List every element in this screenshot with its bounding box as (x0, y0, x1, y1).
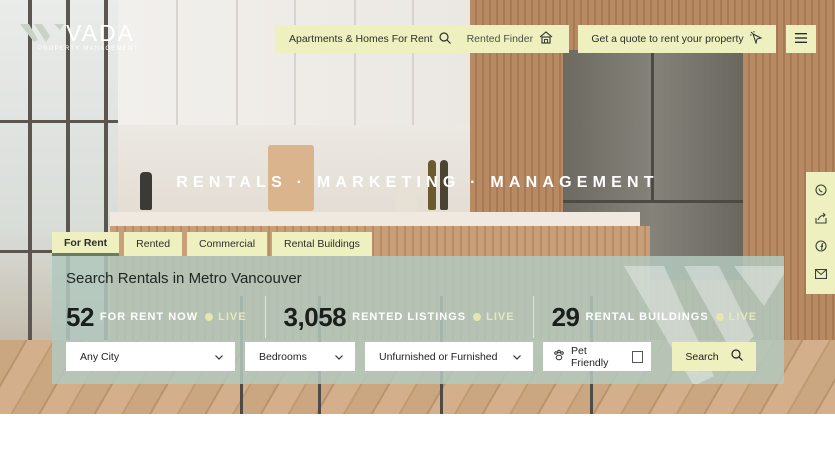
chevron-down-icon (513, 352, 521, 362)
tab-rental-buildings[interactable]: Rental Buildings (272, 232, 372, 256)
search-panel: Search Rentals in Metro Vancouver 52 FOR… (52, 256, 784, 384)
home-icon (539, 31, 553, 47)
search-icon (731, 349, 743, 364)
facebook-icon[interactable] (814, 240, 827, 255)
live-text: LIVE (218, 311, 247, 323)
stat-label: FOR RENT NOW (99, 311, 199, 323)
pet-friendly-label: Pet Friendly (571, 344, 609, 369)
stat-rental-buildings[interactable]: 29 RENTAL BUILDINGS LIVE (552, 302, 758, 333)
stat-value: 3,058 (283, 301, 347, 332)
sparkle-pointer-icon (749, 31, 763, 47)
live-dot-icon (715, 313, 724, 321)
tab-rented[interactable]: Rented (124, 232, 183, 256)
city-select-value: Any City (80, 350, 120, 363)
get-quote-label: Get a quote to rent your property (591, 33, 744, 45)
brand-name: VADA (66, 20, 135, 46)
whatsapp-icon[interactable] (814, 184, 827, 199)
nav-bar: Apartments & Homes For Rent Rented Finde… (275, 25, 569, 53)
tab-commercial[interactable]: Commercial (187, 232, 268, 256)
stat-rented-listings[interactable]: 3,058 RENTED LISTINGS LIVE (284, 302, 515, 333)
menu-button[interactable] (786, 25, 816, 53)
furnished-select-value: Unfurnished or Furnished (379, 350, 498, 363)
stat-for-rent[interactable]: 52 FOR RENT NOW LIVE (66, 302, 247, 333)
live-dot-icon (473, 313, 482, 321)
stat-value: 29 (551, 301, 580, 332)
share-icon[interactable] (814, 212, 827, 227)
nav-apartments-link[interactable]: Apartments & Homes For Rent (289, 31, 451, 47)
chevron-down-icon (335, 352, 343, 362)
hamburger-menu-icon (795, 30, 807, 48)
search-filters: Any City Bedrooms Unfurnished or Furnish… (66, 342, 756, 371)
stat-divider (532, 296, 534, 338)
brand-logo[interactable]: VADA PROPERTY MANAGEMENT (20, 22, 138, 52)
email-icon[interactable] (814, 268, 827, 282)
nav-apartments-label: Apartments & Homes For Rent (289, 33, 433, 45)
tab-for-rent[interactable]: For Rent (52, 232, 120, 256)
counter-decor (110, 212, 640, 226)
live-dot-icon (205, 313, 214, 321)
stat-value: 52 (66, 301, 94, 332)
paw-icon (553, 349, 565, 364)
brand-subtitle: PROPERTY MANAGEMENT (38, 46, 139, 52)
furnished-select[interactable]: Unfurnished or Furnished (365, 342, 533, 371)
stat-label: RENTED LISTINGS (352, 311, 467, 323)
live-text: LIVE (728, 311, 758, 323)
stats-row: 52 FOR RENT NOW LIVE 3,058 RENTED LISTIN… (66, 296, 757, 338)
search-button[interactable]: Search (672, 342, 756, 371)
share-bar (806, 172, 835, 294)
upper-cabinets-decor (118, 0, 470, 125)
stat-label: RENTAL BUILDINGS (585, 311, 709, 323)
vada-logo-icon (20, 22, 64, 44)
listing-tabs: For Rent Rented Commercial Rental Buildi… (52, 232, 372, 256)
search-title: Search Rentals in Metro Vancouver (66, 270, 302, 287)
pet-friendly-toggle[interactable]: Pet Friendly (543, 342, 651, 371)
bedrooms-select-value: Bedrooms (259, 350, 307, 363)
get-quote-button[interactable]: Get a quote to rent your property (578, 25, 776, 53)
bedrooms-select[interactable]: Bedrooms (245, 342, 355, 371)
live-text: LIVE (486, 311, 515, 323)
search-icon (438, 31, 451, 47)
city-select[interactable]: Any City (66, 342, 235, 371)
chevron-down-icon (215, 352, 223, 362)
hero-tagline: RENTALS · MARKETING · MANAGEMENT (176, 174, 659, 191)
nav-rented-finder-link[interactable]: Rented Finder (467, 31, 554, 47)
pet-friendly-checkbox[interactable] (631, 350, 643, 363)
stat-divider (264, 296, 266, 338)
nav-rented-finder-label: Rented Finder (466, 33, 534, 45)
search-button-label: Search (685, 350, 719, 363)
